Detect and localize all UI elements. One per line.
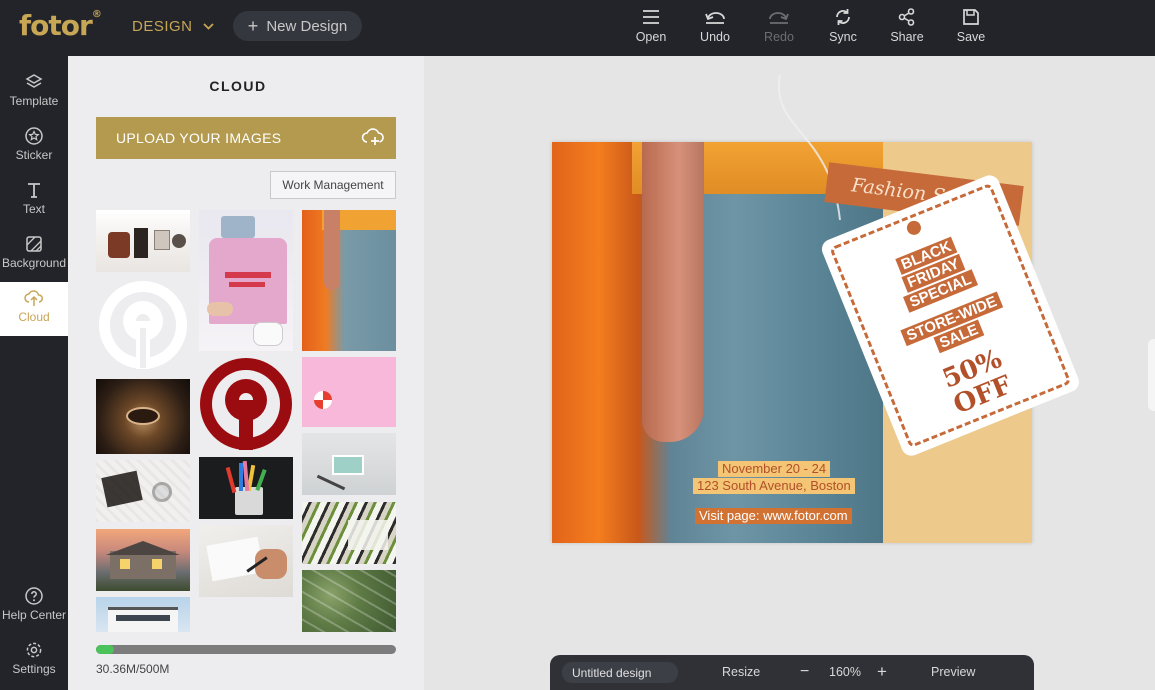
sidebar-item-label: Help Center (1, 608, 67, 622)
zoom-out-button[interactable]: − (800, 663, 809, 681)
storage-progress-fill (96, 645, 115, 654)
sidebar-item-cloud[interactable]: Cloud (0, 282, 68, 336)
save-button[interactable]: Save (941, 8, 1001, 44)
sidebar-item-label: Text (22, 202, 45, 216)
share-label: Share (890, 30, 924, 44)
text-icon (28, 183, 40, 198)
help-icon (25, 587, 43, 605)
sidebar-item-background[interactable]: Background (0, 228, 68, 282)
sidebar-item-label: Background (1, 256, 67, 270)
image-thumb-pink-tshirt[interactable] (199, 210, 293, 351)
design-menu[interactable]: DESIGN (132, 18, 214, 35)
resize-button[interactable]: Resize (722, 665, 760, 679)
image-thumb-white-pin-logo[interactable] (96, 278, 190, 372)
share-button[interactable]: Share (877, 8, 937, 44)
image-thumb-eye-closeup[interactable] (96, 379, 190, 454)
logo-text: fotor (19, 9, 93, 42)
undo-button[interactable]: Undo (685, 8, 745, 44)
image-thumb-hello-card[interactable] (302, 433, 396, 495)
red-pin-logo-icon (200, 358, 292, 450)
upload-label: UPLOAD YOUR IMAGES (116, 130, 282, 146)
fotor-logo[interactable]: fotor® (19, 8, 102, 42)
redo-label: Redo (764, 30, 794, 44)
right-panel-collapse-handle[interactable] (1148, 339, 1155, 411)
share-icon (898, 8, 915, 26)
event-dates[interactable]: November 20 - 24 (718, 461, 831, 477)
image-thumb-house-exterior[interactable] (96, 529, 190, 591)
undo-label: Undo (700, 30, 730, 44)
cloud-add-icon (361, 128, 384, 145)
storage-text: 30.36M/500M (96, 662, 170, 676)
sidebar-item-text[interactable]: Text (0, 174, 68, 228)
left-nav: Template Sticker Text Background Cloud H… (0, 56, 68, 690)
cloud-upload-icon (24, 290, 43, 306)
visit-page-text[interactable]: Visit page: www.fotor.com (695, 508, 852, 524)
layers-icon (25, 74, 43, 88)
tag-string-icon (777, 74, 841, 221)
sidebar-item-template[interactable]: Template (0, 66, 68, 120)
sync-button[interactable]: Sync (813, 8, 873, 44)
image-thumb-aerial-town[interactable] (302, 570, 396, 632)
registered-mark: ® (91, 8, 102, 20)
zoom-in-button[interactable]: + (877, 662, 887, 682)
bottom-toolbar: Untitled design Resize − 160% + Preview (550, 655, 1034, 690)
cloud-panel: CLOUD UPLOAD YOUR IMAGES Work Management (68, 56, 424, 690)
image-thumb-modern-building[interactable] (96, 597, 190, 632)
new-design-button[interactable]: + New Design (233, 11, 362, 41)
sidebar-item-settings[interactable]: Settings (0, 634, 68, 688)
document-name-text: Untitled design (572, 665, 652, 680)
panel-title: CLOUD (209, 78, 267, 94)
white-pin-logo-icon (99, 281, 187, 369)
preview-button[interactable]: Preview (931, 665, 975, 679)
new-design-label: New Design (266, 17, 348, 35)
sidebar-item-label: Settings (12, 662, 56, 676)
photo-arm (642, 142, 704, 442)
design-menu-label: DESIGN (132, 18, 193, 35)
image-thumb-boots-flatlay[interactable] (96, 210, 190, 272)
chevron-down-icon (202, 23, 214, 30)
menu-icon (643, 10, 659, 24)
save-icon (963, 9, 979, 25)
document-name-field[interactable]: Untitled design (562, 662, 678, 683)
event-address[interactable]: 123 South Avenue, Boston (693, 478, 855, 494)
work-management-button[interactable]: Work Management (270, 171, 396, 199)
background-icon (26, 236, 42, 252)
sidebar-item-sticker[interactable]: Sticker (0, 120, 68, 174)
open-button[interactable]: Open (621, 8, 681, 44)
image-thumb-red-pin-logo[interactable] (199, 357, 293, 451)
redo-icon (769, 12, 789, 24)
sync-icon (836, 9, 850, 25)
image-thumb-newspaper-collage[interactable] (302, 502, 396, 564)
star-icon (25, 127, 43, 145)
redo-button[interactable]: Redo (749, 8, 809, 44)
image-thumb-hand-writing[interactable] (199, 525, 293, 597)
top-bar: fotor® DESIGN + New Design Open Undo Red… (0, 0, 1155, 56)
plus-icon: + (247, 16, 259, 36)
image-thumb-pens-cup[interactable] (199, 457, 293, 519)
gear-icon (26, 642, 42, 658)
sidebar-item-label: Cloud (18, 310, 50, 324)
work-management-label: Work Management (282, 178, 384, 192)
open-label: Open (635, 30, 667, 44)
sidebar-item-label: Sticker (15, 148, 53, 162)
storage-progress-bar (96, 645, 396, 654)
upload-images-button[interactable]: UPLOAD YOUR IMAGES (96, 117, 396, 159)
image-thumb-bed-flatlay[interactable] (96, 460, 190, 522)
sidebar-item-help-center[interactable]: Help Center (0, 580, 68, 634)
image-thumb-pink-lollipop[interactable] (302, 357, 396, 427)
sidebar-item-label: Template (9, 94, 59, 108)
save-label: Save (956, 30, 986, 44)
sync-label: Sync (829, 30, 857, 44)
image-thumb-jeans-pocket[interactable] (302, 210, 396, 351)
undo-icon (705, 12, 725, 24)
zoom-level: 160% (829, 665, 861, 679)
